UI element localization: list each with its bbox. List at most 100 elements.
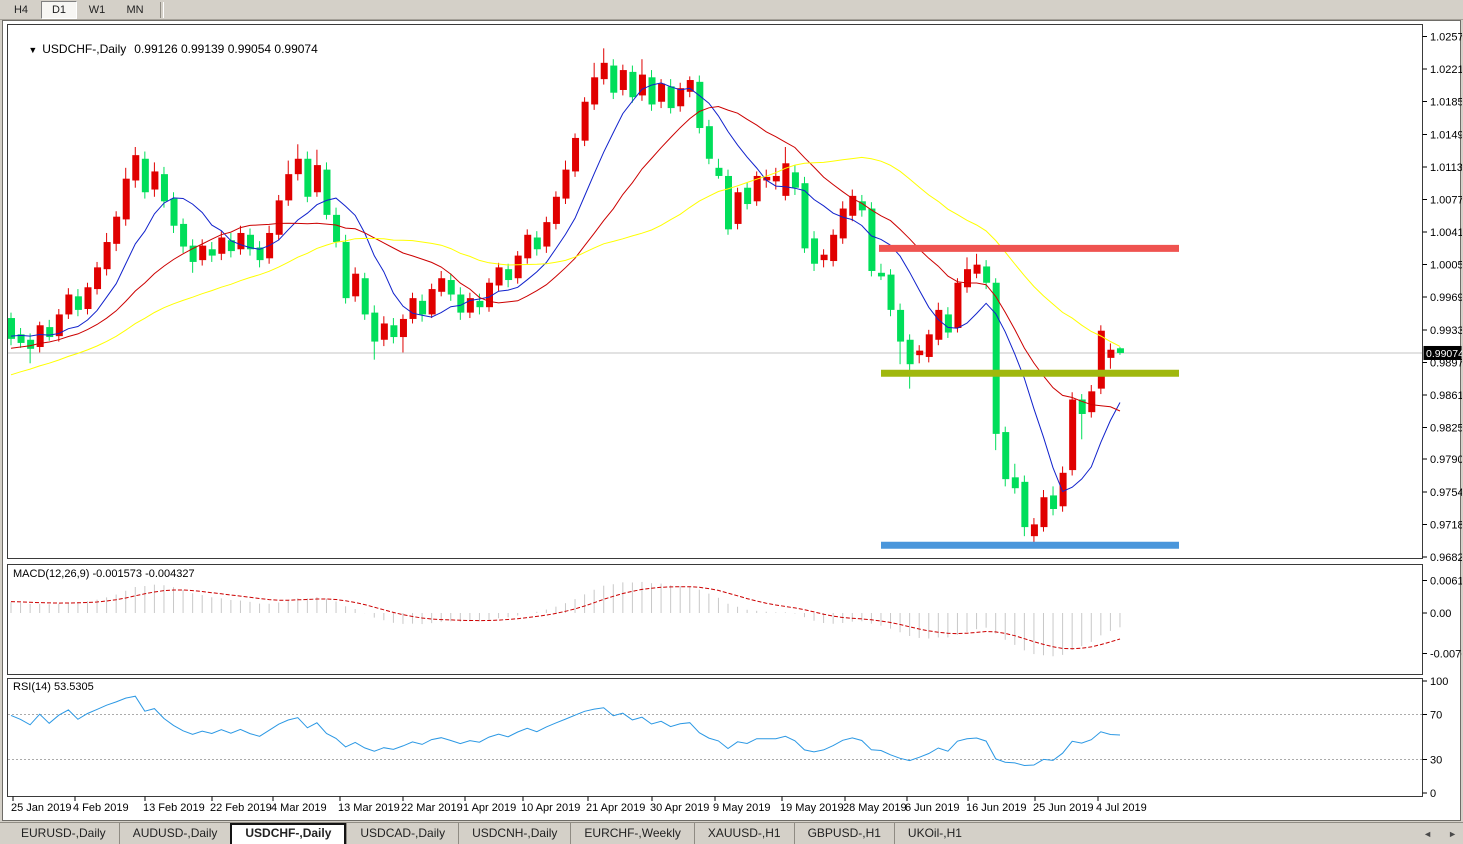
candle (696, 81, 704, 128)
timeframe-button-MN[interactable]: MN (117, 0, 153, 19)
candle (925, 334, 933, 357)
tab-xauusd-h1[interactable]: XAUUSD-,H1 (693, 823, 794, 844)
candle (84, 287, 92, 309)
candle (323, 169, 331, 215)
candlestick-chart-canvas[interactable]: 1.02570 1.02210 1.01850 1.01490 1.01130 1.007… (3, 21, 1462, 820)
price-axis-label: 0.99690 (1430, 292, 1462, 304)
collapse-triangle-icon[interactable]: ▼ (28, 45, 37, 55)
time-axis-label: 6 Jun 2019 (905, 802, 960, 814)
candle (390, 325, 398, 338)
candle (505, 269, 513, 281)
candle (132, 155, 140, 181)
price-axis-label: 0.97900 (1430, 454, 1462, 466)
rsi-axis-label: 30 (1430, 754, 1442, 766)
candle (294, 158, 302, 175)
candle (218, 237, 226, 254)
timeframe-buttons: H4 D1 W1 MN (3, 0, 155, 19)
candle (954, 282, 962, 328)
candle (141, 158, 149, 193)
candle (447, 280, 455, 295)
tab-gbpusd-h1[interactable]: GBPUSD-,H1 (793, 823, 894, 844)
tab-scroll-right-icon[interactable]: ► (1448, 829, 1457, 839)
tab-eurchf-weekly[interactable]: EURCHF-,Weekly (570, 823, 693, 844)
time-axis-label: 9 May 2019 (713, 802, 771, 814)
candle (734, 192, 742, 224)
price-axis-label: 0.97540 (1430, 487, 1462, 499)
candle (572, 137, 580, 172)
candle (600, 62, 608, 80)
time-axis-label: 21 Apr 2019 (586, 802, 646, 814)
time-axis-label: 16 Jun 2019 (966, 802, 1027, 814)
candle (103, 242, 111, 270)
tab-scroll-left-icon[interactable]: ◄ (1423, 829, 1432, 839)
candle (725, 175, 732, 230)
candle (1030, 524, 1038, 537)
price-axis-label: 1.02210 (1430, 64, 1462, 76)
price-axis-label: 0.96820 (1430, 552, 1462, 564)
chart-ohlc-values: 0.99126 0.99139 0.99054 0.99074 (134, 42, 318, 56)
price-axis-label: 1.00410 (1430, 227, 1462, 239)
candle (1021, 481, 1029, 528)
candle (208, 249, 216, 256)
macd-axis-label: -0.00761 (1430, 648, 1462, 660)
price-axis-label: 1.02570 (1430, 32, 1462, 44)
rsi-axis-label: 0 (1430, 788, 1436, 800)
tab-usdcnh-daily[interactable]: USDCNH-,Daily (458, 823, 570, 844)
candle (304, 158, 312, 197)
candle (581, 101, 589, 141)
price-axis: 1.02570 1.02210 1.01850 1.01490 1.01130 1.007… (1422, 32, 1462, 564)
candle (992, 282, 1000, 434)
candle (935, 309, 943, 340)
candle (677, 88, 685, 107)
tab-ukoil-h1[interactable]: UKOil-,H1 (893, 823, 975, 844)
candle (591, 77, 599, 105)
rsi-indicator-label: RSI(14) 53.5305 (13, 681, 94, 693)
rsi-axis-label: 100 (1430, 676, 1448, 688)
candle (916, 350, 924, 356)
chart-tab-bar: EURUSD-,Daily AUDUSD-,Daily USDCHF-,Daily U… (0, 822, 1463, 844)
rsi-panel-frame (7, 678, 1423, 797)
candle (648, 77, 656, 105)
chart-title: ▼ USDCHF-,Daily 0.99126 0.99139 0.99054 0.… (15, 28, 318, 70)
price-axis-label: 0.97180 (1430, 519, 1462, 531)
candle (275, 200, 283, 235)
price-axis-label: 1.01130 (1430, 162, 1462, 174)
candle (1097, 330, 1105, 389)
candle (409, 298, 417, 319)
timeframe-button-D1[interactable]: D1 (41, 0, 77, 19)
candle (543, 222, 551, 247)
tab-usdchf-daily[interactable]: USDCHF-,Daily (230, 823, 347, 844)
candle (1088, 391, 1096, 413)
tab-eurusd-daily[interactable]: EURUSD-,Daily (8, 823, 119, 844)
candle (839, 208, 847, 239)
candle (65, 294, 73, 315)
candle (964, 269, 971, 288)
candle (524, 234, 532, 259)
tab-audusd-daily[interactable]: AUDUSD-,Daily (118, 823, 231, 844)
candle (180, 223, 188, 247)
macd-axis-label: 0.00613 (1430, 576, 1462, 588)
price-axis-label: 1.00050 (1430, 260, 1462, 272)
candle (1011, 477, 1019, 489)
candle (552, 196, 560, 224)
candle (74, 296, 82, 310)
timeframe-toolbar: H4 D1 W1 MN (0, 0, 1463, 20)
candle (27, 339, 35, 349)
main-panel-frame (7, 24, 1423, 559)
time-axis-label: 13 Feb 2019 (143, 802, 205, 814)
candle (371, 312, 379, 342)
candle (715, 167, 723, 176)
tab-usdcad-daily[interactable]: USDCAD-,Daily (346, 823, 458, 844)
candle (791, 172, 799, 188)
time-axis-label: 25 Jan 2019 (11, 802, 72, 814)
chart-window[interactable]: 1.02570 1.02210 1.01850 1.01490 1.01130 1.007… (2, 20, 1462, 821)
candle (199, 245, 207, 261)
candle (380, 323, 388, 340)
macd-indicator-label: MACD(12,26,9) -0.001573 -0.004327 (13, 568, 195, 580)
candle (342, 242, 350, 299)
timeframe-button-W1[interactable]: W1 (79, 0, 115, 19)
price-axis-label: 0.99330 (1430, 325, 1462, 337)
candle (658, 83, 666, 102)
timeframe-button-H4[interactable]: H4 (3, 0, 39, 19)
candle (1069, 399, 1077, 471)
